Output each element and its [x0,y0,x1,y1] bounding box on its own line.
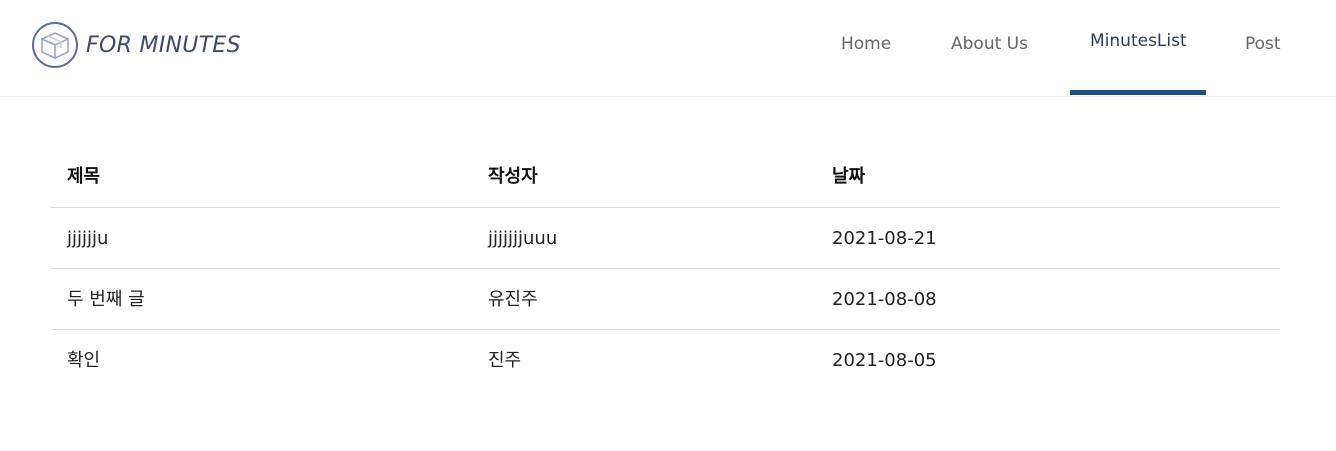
nav-item-label: Post [1245,34,1281,54]
row-date: 2021-08-05 [832,350,937,371]
minutes-table: 제목 작성자 날짜 jjjjjju jjjjjjjuuu 2021-08-21 … [51,146,1280,391]
brand[interactable]: FOR MINUTES [31,21,241,69]
row-title[interactable]: jjjjjju [67,208,108,269]
row-date: 2021-08-21 [832,228,937,249]
column-header-title: 제목 [67,166,101,187]
row-title[interactable]: 확인 [67,330,100,391]
row-title[interactable]: 두 번째 글 [67,269,145,330]
table-row[interactable]: jjjjjju jjjjjjjuuu 2021-08-21 [51,208,1280,269]
column-header-date: 날짜 [832,166,866,187]
active-tab-indicator [1070,90,1206,95]
nav-item-label: Home [841,34,892,54]
brand-name: FOR MINUTES [86,32,241,58]
row-author: jjjjjjjuuu [488,228,558,249]
table-row[interactable]: 확인 진주 2021-08-05 [51,330,1280,391]
column-header-author: 작성자 [488,166,538,187]
row-date: 2021-08-08 [832,289,937,310]
nav-item-label: MinutesList [1090,31,1187,51]
table-row[interactable]: 두 번째 글 유진주 2021-08-08 [51,269,1280,330]
table-header: 제목 작성자 날짜 [51,146,1280,208]
navbar: FOR MINUTES Home About Us MinutesList Po… [0,0,1336,97]
box-icon [32,22,78,68]
nav-item-label: About Us [951,34,1028,54]
row-author: 진주 [488,350,522,371]
row-author: 유진주 [488,289,538,310]
